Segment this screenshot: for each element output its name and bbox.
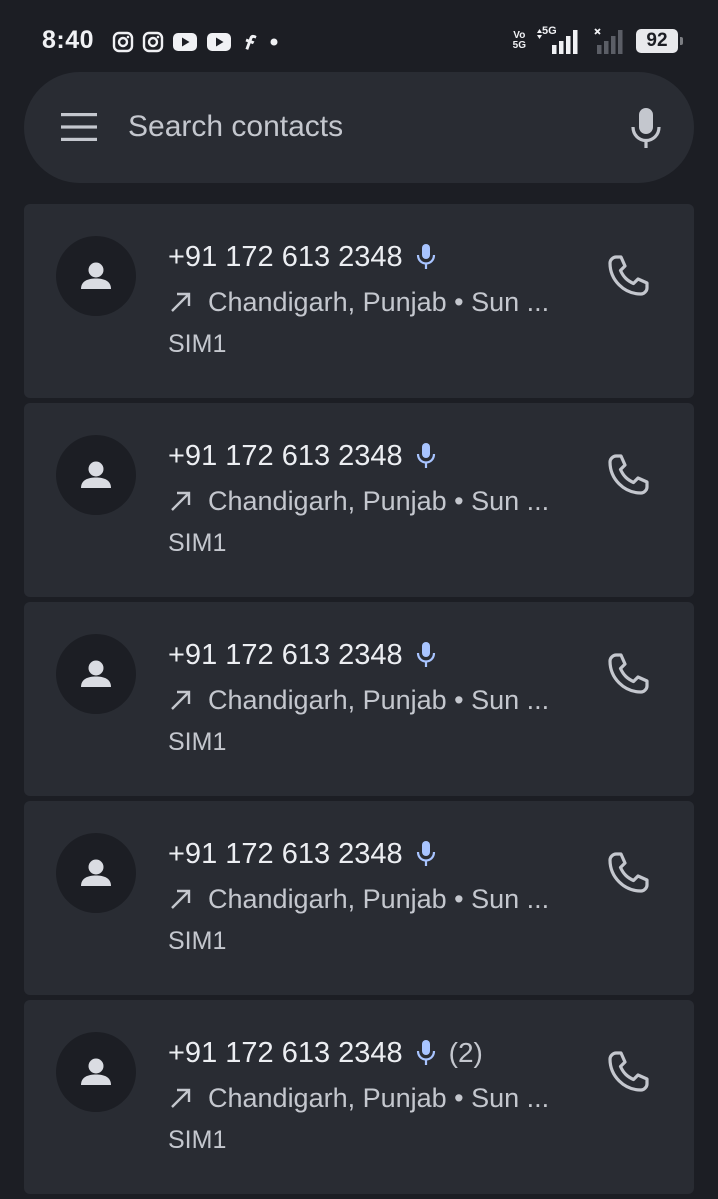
call-location-time: Chandigarh, Punjab • Sun ... (208, 684, 550, 715)
call-log-item[interactable]: +91 172 613 2348 (2) Chandigarh, Punjab … (24, 1000, 694, 1194)
voice-mic-icon (416, 443, 435, 468)
sim-label: SIM1 (168, 1126, 227, 1154)
avatar (56, 236, 136, 316)
call-location-time: Chandigarh, Punjab • Sun ... (208, 883, 550, 914)
outgoing-call-arrow-icon (171, 491, 191, 511)
avatar (56, 634, 136, 714)
call-log-item[interactable]: +91 172 613 2348 Chandigarh, Punjab • Su… (24, 403, 694, 597)
signal-5g: 5G (536, 25, 584, 55)
number-line: +91 172 613 2348 (2) (168, 1034, 483, 1072)
phone-number: +91 172 613 2348 (168, 638, 403, 671)
phone-call-icon[interactable] (604, 650, 652, 698)
dot-icon (270, 38, 278, 46)
avatar (56, 435, 136, 515)
status-bar: 8:40 Vo 5G 5G 92 (0, 0, 718, 80)
sim-label: SIM1 (168, 330, 227, 358)
person-icon (81, 262, 111, 289)
person-icon (81, 461, 111, 488)
mic-icon[interactable] (628, 106, 664, 150)
avatar (56, 1032, 136, 1112)
person-icon (81, 660, 111, 687)
call-log-item[interactable]: +91 172 613 2348 Chandigarh, Punjab • Su… (24, 801, 694, 995)
call-detail: Chandigarh, Punjab • Sun ... (168, 683, 568, 717)
call-detail: Chandigarh, Punjab • Sun ... (168, 882, 568, 916)
call-detail: Chandigarh, Punjab • Sun ... (168, 285, 568, 319)
voice-mic-icon (416, 1040, 435, 1065)
phone-call-icon[interactable] (604, 1048, 652, 1096)
call-location-time: Chandigarh, Punjab • Sun ... (208, 485, 550, 516)
signal-strength-icon (537, 29, 578, 54)
phone-call-icon[interactable] (604, 849, 652, 897)
number-line: +91 172 613 2348 (168, 636, 449, 674)
sim-label: SIM1 (168, 927, 227, 955)
phone-number: +91 172 613 2348 (168, 240, 403, 273)
phone-number: +91 172 613 2348 (168, 1036, 403, 1069)
call-count: (2) (448, 1037, 483, 1068)
facebook-icon (245, 34, 257, 50)
call-location-time: Chandigarh, Punjab • Sun ... (208, 286, 550, 317)
phone-number: +91 172 613 2348 (168, 439, 403, 472)
status-time: 8:40 (42, 26, 95, 54)
phone-call-icon[interactable] (604, 451, 652, 499)
voice-mic-icon (416, 244, 435, 269)
system-status: Vo 5G 5G 92 (513, 25, 683, 56)
instagram-icon (112, 31, 134, 53)
call-location-time: Chandigarh, Punjab • Sun ... (208, 1082, 550, 1113)
number-line: +91 172 613 2348 (168, 437, 449, 475)
number-line: +91 172 613 2348 (168, 238, 449, 276)
voice-mic-icon (416, 642, 435, 667)
outgoing-call-arrow-icon (171, 1088, 191, 1108)
sim-label: SIM1 (168, 728, 227, 756)
youtube-icon (207, 33, 231, 51)
phone-call-icon[interactable] (604, 252, 652, 300)
call-log-item[interactable]: +91 172 613 2348 Chandigarh, Punjab • Su… (24, 204, 694, 398)
battery-indicator: 92 (636, 29, 683, 53)
search-input[interactable] (128, 102, 608, 152)
instagram-icon (142, 31, 164, 53)
volte-indicator: Vo 5G (513, 31, 526, 51)
outgoing-call-arrow-icon (171, 690, 191, 710)
battery-level: 92 (646, 30, 668, 51)
number-line: +91 172 613 2348 (168, 835, 449, 873)
call-detail: Chandigarh, Punjab • Sun ... (168, 484, 568, 518)
outgoing-call-arrow-icon (171, 889, 191, 909)
notification-icons (112, 30, 280, 54)
call-detail: Chandigarh, Punjab • Sun ... (168, 1081, 568, 1115)
sim-label: SIM1 (168, 529, 227, 557)
phone-number: +91 172 613 2348 (168, 837, 403, 870)
call-log-item[interactable]: +91 172 613 2348 Chandigarh, Punjab • Su… (24, 602, 694, 796)
search-bar[interactable] (24, 72, 694, 183)
youtube-icon (173, 33, 197, 51)
avatar (56, 833, 136, 913)
signal-no-service-icon (594, 28, 623, 54)
person-icon (81, 1058, 111, 1085)
outgoing-call-arrow-icon (171, 292, 191, 312)
volte-label-bottom: 5G (512, 40, 526, 51)
voice-mic-icon (416, 841, 435, 866)
hamburger-menu-icon[interactable] (60, 110, 98, 144)
person-icon (81, 859, 111, 886)
